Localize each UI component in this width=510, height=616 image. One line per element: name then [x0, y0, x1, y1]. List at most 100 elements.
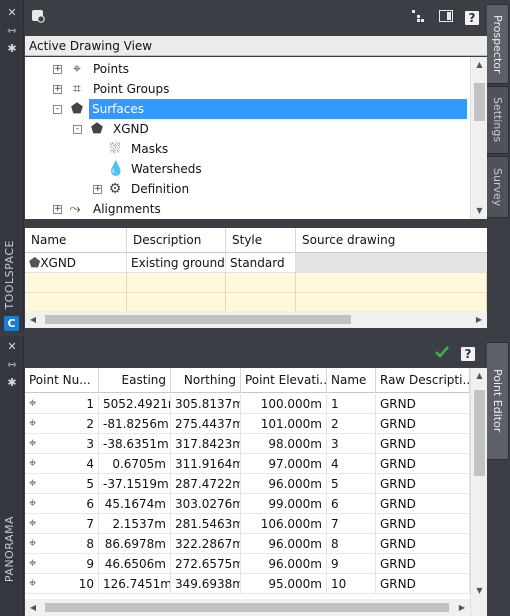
column-header-style[interactable]: Style: [226, 228, 296, 253]
cell-northing[interactable]: 303.0276m: [171, 494, 241, 514]
cell-raw-description[interactable]: GRND: [376, 474, 470, 494]
scroll-left-icon[interactable]: ◀: [25, 599, 41, 616]
cell-northing[interactable]: 272.6575m: [171, 554, 241, 574]
scroll-right-icon[interactable]: ▶: [471, 311, 487, 328]
cell-name[interactable]: 6: [327, 494, 376, 514]
close-icon[interactable]: ✕: [4, 340, 20, 354]
cell-northing[interactable]: 311.9164m: [171, 454, 241, 474]
collapse-icon[interactable]: -: [53, 105, 62, 114]
cell-name[interactable]: 5: [327, 474, 376, 494]
auto-hide-icon[interactable]: ⇿: [4, 24, 20, 38]
cell-name[interactable]: 3: [327, 434, 376, 454]
cell-raw-description[interactable]: GRND: [376, 574, 470, 594]
drawing-settings-icon[interactable]: [29, 8, 47, 26]
cell-northing[interactable]: 322.2867m: [171, 534, 241, 554]
collapse-icon[interactable]: -: [73, 125, 82, 134]
properties-gear-icon[interactable]: ✱: [4, 376, 20, 390]
scroll-up-icon[interactable]: ▲: [471, 57, 487, 73]
column-header-name[interactable]: Name: [25, 228, 127, 253]
cell-raw-description[interactable]: GRND: [376, 534, 470, 554]
tree-node-masks[interactable]: ⛆ Masks: [93, 139, 473, 159]
cell-name[interactable]: 2: [327, 414, 376, 434]
checkmark-icon[interactable]: [433, 344, 451, 362]
cell-raw-description[interactable]: GRND: [376, 454, 470, 474]
scroll-down-icon[interactable]: ▼: [471, 583, 487, 599]
cell-raw-description[interactable]: GRND: [376, 434, 470, 454]
cell-easting[interactable]: 126.7451m: [99, 574, 171, 594]
scroll-thumb[interactable]: [45, 315, 351, 324]
cell-point-number[interactable]: ⌖ 6: [25, 494, 99, 514]
column-header-northing[interactable]: Northing: [171, 368, 241, 393]
help-icon[interactable]: ?: [461, 347, 475, 361]
column-header-point-number[interactable]: Point Nu...: [25, 368, 99, 393]
auto-hide-icon[interactable]: ⇿: [4, 358, 20, 372]
column-header-point-elevation[interactable]: Point Elevati...: [241, 368, 327, 393]
scroll-up-icon[interactable]: ▲: [471, 368, 487, 384]
cell-elevation[interactable]: 101.000m: [241, 414, 327, 434]
cell-name[interactable]: 9: [327, 554, 376, 574]
column-header-easting[interactable]: Easting: [99, 368, 171, 393]
expand-icon[interactable]: +: [53, 205, 62, 214]
cell-name[interactable]: 1: [327, 394, 376, 414]
cell-northing[interactable]: 281.5463m: [171, 514, 241, 534]
table-row[interactable]: ⌖ 6 45.1674m 303.0276m 99.000m 6 GRND: [25, 494, 470, 514]
cell-easting[interactable]: 5052.4921m: [99, 394, 171, 414]
scroll-thumb[interactable]: [474, 83, 485, 121]
cell-raw-description[interactable]: GRND: [376, 554, 470, 574]
cell-northing[interactable]: 287.4722m: [171, 474, 241, 494]
table-row[interactable]: ⌖ 7 2.1537m 281.5463m 106.000m 7 GRND: [25, 514, 470, 534]
cell-point-number[interactable]: ⌖ 8: [25, 534, 99, 554]
cell-raw-description[interactable]: GRND: [376, 414, 470, 434]
tree-node-definition[interactable]: + ⚙ Definition: [93, 179, 473, 199]
cell-northing[interactable]: 349.6938m: [171, 574, 241, 594]
cell-raw-description[interactable]: GRND: [376, 514, 470, 534]
cell-easting[interactable]: 46.6506m: [99, 554, 171, 574]
cell-elevation[interactable]: 99.000m: [241, 494, 327, 514]
table-row[interactable]: ⌖ 5 -37.1519m 287.4722m 96.000m 5 GRND: [25, 474, 470, 494]
cell-elevation[interactable]: 96.000m: [241, 534, 327, 554]
scroll-down-icon[interactable]: ▼: [471, 203, 487, 219]
table-row[interactable]: ⌖ 10 126.7451m 349.6938m 95.000m 10 GRND: [25, 574, 470, 594]
table-row[interactable]: ⌖ 9 46.6506m 272.6575m 96.000m 9 GRND: [25, 554, 470, 574]
table-row[interactable]: ⌖ 8 86.6978m 322.2867m 96.000m 8 GRND: [25, 534, 470, 554]
cell-elevation[interactable]: 100.000m: [241, 394, 327, 414]
column-header-name[interactable]: Name: [327, 368, 376, 393]
splitter[interactable]: [25, 219, 487, 228]
cell-elevation[interactable]: 96.000m: [241, 554, 327, 574]
cell-raw-description[interactable]: GRND: [376, 394, 470, 414]
cell-point-number[interactable]: ⌖ 9: [25, 554, 99, 574]
expand-icon[interactable]: +: [53, 65, 62, 74]
cell-point-number[interactable]: ⌖ 2: [25, 414, 99, 434]
cell-point-number[interactable]: ⌖ 3: [25, 434, 99, 454]
scroll-thumb[interactable]: [45, 603, 449, 612]
tree-node-watersheds[interactable]: 💧 Watersheds: [93, 159, 473, 179]
item-list-horizontal-scrollbar[interactable]: ◀ ▶: [25, 311, 487, 328]
scroll-left-icon[interactable]: ◀: [25, 311, 41, 328]
tab-settings[interactable]: Settings: [487, 86, 509, 154]
help-icon[interactable]: ?: [465, 11, 479, 25]
table-row[interactable]: ⬟XGND Existing ground s Standard: [25, 253, 487, 273]
cell-easting[interactable]: -81.8256m: [99, 414, 171, 434]
tab-point-editor[interactable]: Point Editor: [487, 342, 509, 460]
tab-survey[interactable]: Survey: [487, 156, 509, 218]
table-row[interactable]: ⌖ 2 -81.8256m 275.4437m 101.000m 2 GRND: [25, 414, 470, 434]
cell-point-number[interactable]: ⌖ 4: [25, 454, 99, 474]
cell-easting[interactable]: 2.1537m: [99, 514, 171, 534]
point-editor-horizontal-scrollbar[interactable]: ◀ ▶: [25, 599, 470, 616]
close-icon[interactable]: ✕: [4, 6, 20, 20]
cell-easting[interactable]: -38.6351m: [99, 434, 171, 454]
table-row[interactable]: ⌖ 4 0.6705m 311.9164m 97.000m 4 GRND: [25, 454, 470, 474]
column-header-raw-description[interactable]: Raw Descripti...: [376, 368, 470, 393]
cell-point-number[interactable]: ⌖ 1: [25, 394, 99, 414]
cell-name[interactable]: 4: [327, 454, 376, 474]
cell-elevation[interactable]: 95.000m: [241, 574, 327, 594]
scroll-thumb[interactable]: [474, 390, 485, 476]
table-row[interactable]: ⌖15052.4921m305.8137m100.000m1GRND: [25, 394, 470, 414]
cell-northing[interactable]: 305.8137m: [171, 394, 241, 414]
expand-icon[interactable]: +: [93, 185, 102, 194]
scroll-right-icon[interactable]: ▶: [454, 599, 470, 616]
column-header-description[interactable]: Description: [127, 228, 226, 253]
expand-icon[interactable]: +: [53, 85, 62, 94]
cell-point-number[interactable]: ⌖ 10: [25, 574, 99, 594]
cell-elevation[interactable]: 97.000m: [241, 454, 327, 474]
